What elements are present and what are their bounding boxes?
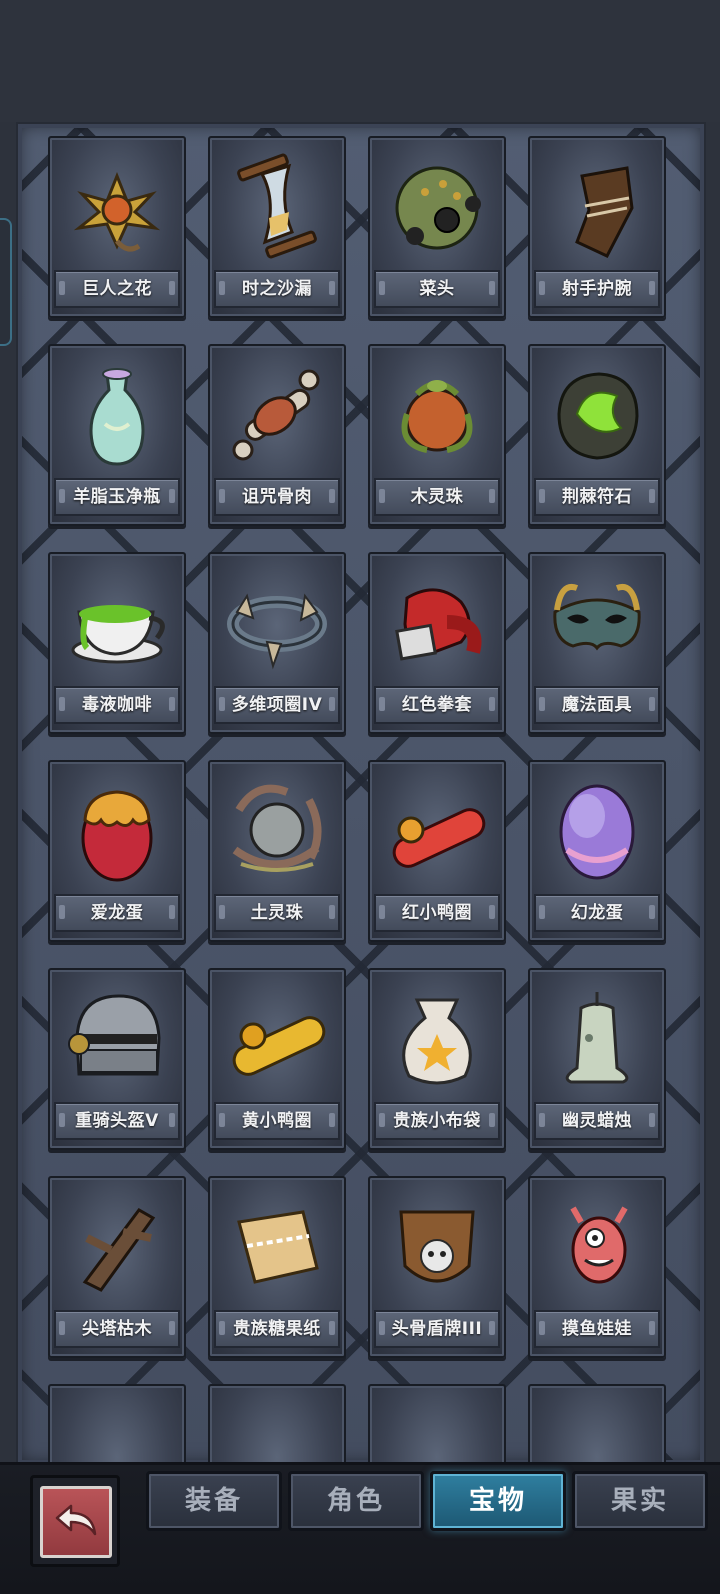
- red-duck-ring-icon: [377, 770, 497, 888]
- partial-item-icon: [377, 1394, 497, 1464]
- treasure-card[interactable]: 黄小鸭圈: [208, 968, 346, 1150]
- cursed-bone-meat-icon: [217, 354, 337, 472]
- treasure-name: 毒液咖啡: [54, 686, 180, 724]
- back-arrow-icon: [53, 1500, 99, 1544]
- treasure-name: 红小鸭圈: [374, 894, 500, 932]
- magic-mask-icon: [537, 562, 657, 680]
- treasure-grid: 巨人之花 时之沙漏 菜头 射手护腕羊脂玉净瓶 诅咒骨肉 木灵珠 荆棘符石毒液咖啡 多维项圈IV…: [18, 124, 704, 1464]
- back-button-face: [40, 1486, 112, 1558]
- treasure-card[interactable]: 魔法面具: [528, 552, 666, 734]
- partial-item-icon: [57, 1394, 177, 1464]
- treasure-card[interactable]: 诅咒骨肉: [208, 344, 346, 526]
- spire-deadwood-icon: [57, 1186, 177, 1304]
- heavy-knight-helmet-icon: [57, 978, 177, 1096]
- noble-cloth-bag-icon: [377, 978, 497, 1096]
- multi-collar-icon: [217, 562, 337, 680]
- treasure-card[interactable]: 幻龙蛋: [528, 760, 666, 942]
- ghost-candle-icon: [537, 978, 657, 1096]
- treasure-name: 魔法面具: [534, 686, 660, 724]
- treasure-card[interactable]: 毒液咖啡: [48, 552, 186, 734]
- phantom-dragon-egg-icon: [537, 770, 657, 888]
- treasure-name: 黄小鸭圈: [214, 1102, 340, 1140]
- treasure-card[interactable]: 羊脂玉净瓶: [48, 344, 186, 526]
- wood-spirit-orb-icon: [377, 354, 497, 472]
- treasure-card[interactable]: 射手护腕: [528, 136, 666, 318]
- treasure-card[interactable]: 重骑头盔V: [48, 968, 186, 1150]
- treasure-name: 巨人之花: [54, 270, 180, 308]
- treasure-collection-panel: 巨人之花 时之沙漏 菜头 射手护腕羊脂玉净瓶 诅咒骨肉 木灵珠 荆棘符石毒液咖啡 多维项圈IV…: [16, 122, 706, 1466]
- treasure-card[interactable]: 多维项圈IV: [208, 552, 346, 734]
- treasure-name: 红色拳套: [374, 686, 500, 724]
- treasure-name: 时之沙漏: [214, 270, 340, 308]
- side-drawer-handle[interactable]: [0, 218, 12, 346]
- treasure-card[interactable]: 红小鸭圈: [368, 760, 506, 942]
- treasure-card[interactable]: [208, 1384, 346, 1464]
- earth-spirit-orb-icon: [217, 770, 337, 888]
- treasure-name: 射手护腕: [534, 270, 660, 308]
- giant-flower-icon: [57, 146, 177, 264]
- treasure-card[interactable]: 木灵珠: [368, 344, 506, 526]
- tab-treasure[interactable]: 宝物: [430, 1471, 566, 1531]
- treasure-card[interactable]: 菜头: [368, 136, 506, 318]
- jade-vase-icon: [57, 354, 177, 472]
- skull-shield-icon: [377, 1186, 497, 1304]
- treasure-name: 木灵珠: [374, 478, 500, 516]
- treasure-card[interactable]: 摸鱼娃娃: [528, 1176, 666, 1358]
- partial-item-icon: [537, 1394, 657, 1464]
- treasure-name: 贵族糖果纸: [214, 1310, 340, 1348]
- treasure-name: 土灵珠: [214, 894, 340, 932]
- love-dragon-egg-icon: [57, 770, 177, 888]
- treasure-name: 诅咒骨肉: [214, 478, 340, 516]
- treasure-card[interactable]: 荆棘符石: [528, 344, 666, 526]
- treasure-name: 羊脂玉净瓶: [54, 478, 180, 516]
- treasure-card[interactable]: [528, 1384, 666, 1464]
- treasure-name: 爱龙蛋: [54, 894, 180, 932]
- treasure-card[interactable]: 幽灵蜡烛: [528, 968, 666, 1150]
- treasure-card[interactable]: 尖塔枯木: [48, 1176, 186, 1358]
- treasure-name: 菜头: [374, 270, 500, 308]
- treasure-name: 重骑头盔V: [54, 1102, 180, 1140]
- yellow-duck-ring-icon: [217, 978, 337, 1096]
- top-band: [0, 0, 720, 122]
- noble-candy-wrapper-icon: [217, 1186, 337, 1304]
- archer-bracer-icon: [537, 146, 657, 264]
- thorn-rune-stone-icon: [537, 354, 657, 472]
- boxing-glove-icon: [377, 562, 497, 680]
- treasure-card[interactable]: 红色拳套: [368, 552, 506, 734]
- back-button[interactable]: [30, 1475, 120, 1567]
- treasure-name: 头骨盾牌III: [374, 1310, 500, 1348]
- treasure-name: 多维项圈IV: [214, 686, 340, 724]
- treasure-name: 幻龙蛋: [534, 894, 660, 932]
- treasure-name: 贵族小布袋: [374, 1102, 500, 1140]
- treasure-name: 摸鱼娃娃: [534, 1310, 660, 1348]
- tab-equipment[interactable]: 装备: [146, 1471, 282, 1531]
- venom-coffee-icon: [57, 562, 177, 680]
- tab-character[interactable]: 角色: [288, 1471, 424, 1531]
- treasure-card[interactable]: 时之沙漏: [208, 136, 346, 318]
- hourglass-icon: [217, 146, 337, 264]
- treasure-card[interactable]: 爱龙蛋: [48, 760, 186, 942]
- tab-fruit[interactable]: 果实: [572, 1471, 708, 1531]
- treasure-card[interactable]: 贵族糖果纸: [208, 1176, 346, 1358]
- bottom-navigation: 装备 角色 宝物 果实: [0, 1462, 720, 1594]
- treasure-name: 荆棘符石: [534, 478, 660, 516]
- spiked-ball-icon: [377, 146, 497, 264]
- treasure-card[interactable]: [48, 1384, 186, 1464]
- treasure-card[interactable]: [368, 1384, 506, 1464]
- treasure-name: 尖塔枯木: [54, 1310, 180, 1348]
- treasure-card[interactable]: 土灵珠: [208, 760, 346, 942]
- treasure-card[interactable]: 头骨盾牌III: [368, 1176, 506, 1358]
- partial-item-icon: [217, 1394, 337, 1464]
- slacker-doll-icon: [537, 1186, 657, 1304]
- treasure-card[interactable]: 巨人之花: [48, 136, 186, 318]
- treasure-card[interactable]: 贵族小布袋: [368, 968, 506, 1150]
- treasure-name: 幽灵蜡烛: [534, 1102, 660, 1140]
